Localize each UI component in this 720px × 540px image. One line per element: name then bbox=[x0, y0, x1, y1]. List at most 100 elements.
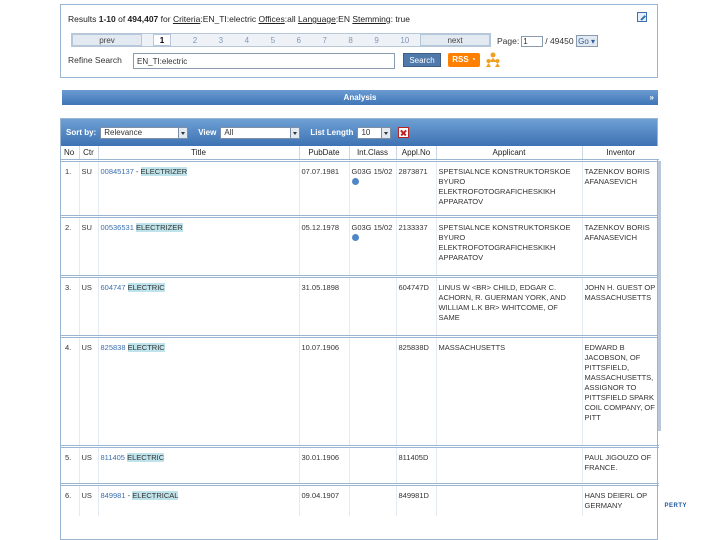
sort-by-label: Sort by: bbox=[66, 128, 97, 137]
info-icon[interactable] bbox=[351, 234, 359, 242]
int-class-cell bbox=[348, 446, 396, 484]
language-value: :EN bbox=[335, 14, 353, 24]
publication-number-link[interactable]: 825838 bbox=[101, 343, 126, 352]
offices-link[interactable]: Offices bbox=[258, 14, 284, 24]
page-link[interactable]: 7 bbox=[322, 36, 326, 45]
publication-number-link[interactable]: 604747 bbox=[101, 283, 126, 292]
stemming-link[interactable]: Stemming bbox=[352, 14, 390, 24]
appl-no: 825838D bbox=[395, 336, 436, 446]
publication-number-link[interactable]: 849981 bbox=[101, 491, 126, 500]
column-header[interactable]: No bbox=[61, 146, 79, 161]
column-header[interactable]: Applicant bbox=[435, 146, 582, 161]
table-row[interactable]: 1. SU 00845137 - ELECTRIZER 07.07.1981 G03G … bbox=[61, 160, 659, 216]
title-cell: 00536531 ELECTRIZER bbox=[97, 216, 299, 276]
table-row[interactable]: 3. US 604747 ELECTRIC 31.05.1898 604747D LINU… bbox=[61, 276, 659, 336]
rss-label: RSS bbox=[452, 55, 469, 64]
title-cell: 849981 - ELECTRICAL bbox=[97, 484, 299, 516]
table-row[interactable]: 2. SU 00536531 ELECTRIZER 05.12.1978 G03G 15… bbox=[61, 216, 659, 276]
view-select[interactable]: All bbox=[220, 126, 301, 139]
publication-number-link[interactable]: 811405 bbox=[101, 453, 125, 462]
logo-fragment: PERTY bbox=[664, 503, 687, 509]
list-length-select[interactable]: 10 bbox=[357, 126, 392, 139]
page-link[interactable]: 3 bbox=[219, 36, 223, 45]
page-link[interactable]: 8 bbox=[348, 36, 352, 45]
inventor: TAZENKOV BORIS AFANASEVICH bbox=[581, 216, 659, 276]
page-label: Page: bbox=[497, 36, 520, 46]
title-link[interactable]: ELECTRIC bbox=[127, 452, 165, 462]
pagination-bar: prev 1 2 3 4 5 6 7 8 9 10 next bbox=[71, 33, 491, 47]
title-link[interactable]: ELECTRIZER bbox=[135, 222, 183, 232]
table-row[interactable]: 5. US 811405 ELECTRIC 30.01.1906 811405D PAUL… bbox=[61, 446, 659, 484]
title-cell: 00845137 - ELECTRIZER bbox=[97, 160, 299, 216]
chevron-down-icon bbox=[381, 127, 391, 138]
title-link[interactable]: ELECTRIC bbox=[127, 342, 165, 352]
page-link[interactable]: 5 bbox=[271, 36, 275, 45]
page-link[interactable]: 10 bbox=[400, 36, 409, 45]
pub-date: 07.07.1981 bbox=[298, 160, 349, 216]
chevron-down-icon bbox=[178, 127, 188, 138]
criteria-link[interactable]: Criteria bbox=[173, 14, 200, 24]
country-code: SU bbox=[78, 160, 98, 216]
edit-query-icon[interactable] bbox=[637, 12, 647, 22]
publication-number-link[interactable]: 00845137 bbox=[101, 167, 134, 176]
results-summary: Results 1-10 of 494,407 for Criteria:EN_… bbox=[68, 14, 410, 24]
page-numbers: 1 2 3 4 5 6 7 8 9 10 bbox=[142, 34, 420, 46]
page-link[interactable]: 2 bbox=[193, 36, 197, 45]
table-row[interactable]: 4. US 825838 ELECTRIC 10.07.1906 825838D MASS… bbox=[61, 336, 659, 446]
title-link[interactable]: ELECTRIZER bbox=[140, 166, 188, 176]
country-code: US bbox=[78, 484, 98, 516]
results-toolbar: Sort by: Relevance View All List Length … bbox=[61, 119, 657, 146]
view-value: All bbox=[224, 127, 234, 137]
column-header[interactable]: Title bbox=[97, 146, 299, 161]
criteria-value: :EN_TI:electric bbox=[200, 14, 259, 24]
analysis-label: Analysis bbox=[343, 93, 377, 102]
page-link[interactable]: 1 bbox=[152, 34, 172, 46]
scrollbar[interactable] bbox=[658, 161, 661, 431]
go-button[interactable]: Go ▾ bbox=[575, 35, 598, 47]
appl-no: 811405D bbox=[395, 446, 436, 484]
row-number: 5. bbox=[65, 452, 72, 462]
page-link[interactable]: 9 bbox=[374, 36, 378, 45]
inventor: PAUL JIGOUZO OF FRANCE. bbox=[581, 446, 659, 484]
language-link[interactable]: Language bbox=[298, 14, 336, 24]
title-separator: - bbox=[133, 166, 141, 176]
page-input[interactable]: 1 bbox=[521, 35, 544, 47]
page-link[interactable]: 6 bbox=[297, 36, 301, 45]
results-of: of bbox=[115, 14, 128, 24]
column-header[interactable]: Appl.No bbox=[395, 146, 436, 161]
search-button[interactable]: Search bbox=[403, 53, 441, 67]
sort-by-select[interactable]: Relevance bbox=[100, 126, 189, 139]
page-jump: Page: 1 / 49450 Go ▾ bbox=[497, 35, 598, 47]
int-class: G03G 15/02 bbox=[351, 166, 393, 176]
table-row[interactable]: 6. US 849981 - ELECTRICAL 09.04.1907 849981D… bbox=[61, 484, 659, 516]
title-link[interactable]: ELECTRIC bbox=[127, 282, 165, 292]
publication-number-link[interactable]: 00536531 bbox=[101, 223, 134, 232]
sort-by-value: Relevance bbox=[104, 127, 143, 137]
rss-button[interactable]: RSS ◔ bbox=[448, 53, 480, 67]
page-link[interactable]: 4 bbox=[245, 36, 249, 45]
pub-date: 05.12.1978 bbox=[298, 216, 349, 276]
country-code: US bbox=[78, 276, 98, 336]
list-length-label: List Length bbox=[310, 128, 354, 137]
expand-icon[interactable]: » bbox=[650, 90, 654, 105]
next-button[interactable]: next bbox=[420, 34, 490, 46]
people-icon[interactable] bbox=[485, 51, 501, 67]
column-header[interactable]: Int.Class bbox=[348, 146, 396, 161]
row-number: 3. bbox=[65, 282, 72, 292]
refine-search-input[interactable]: EN_TI:electric bbox=[133, 53, 395, 69]
export-excel-icon[interactable] bbox=[398, 127, 410, 138]
column-header[interactable]: Inventor bbox=[581, 146, 659, 161]
info-icon[interactable] bbox=[351, 178, 359, 186]
column-header[interactable]: Ctr bbox=[78, 146, 98, 161]
stemming-value: : true bbox=[390, 14, 410, 24]
analysis-bar[interactable]: Analysis » bbox=[62, 90, 658, 105]
inventor: EDWARD B JACOBSON, OF PITTSFIELD, MASSAC… bbox=[581, 336, 659, 446]
title-link[interactable]: ELECTRICAL bbox=[132, 490, 179, 500]
column-header[interactable]: PubDate bbox=[298, 146, 349, 161]
search-panel: Results 1-10 of 494,407 for Criteria:EN_… bbox=[60, 4, 658, 78]
pub-date: 10.07.1906 bbox=[298, 336, 349, 446]
prev-button[interactable]: prev bbox=[72, 34, 142, 46]
page-total: / 49450 bbox=[545, 36, 574, 46]
appl-no: 604747D bbox=[395, 276, 436, 336]
results-panel: Sort by: Relevance View All List Length … bbox=[60, 118, 687, 540]
